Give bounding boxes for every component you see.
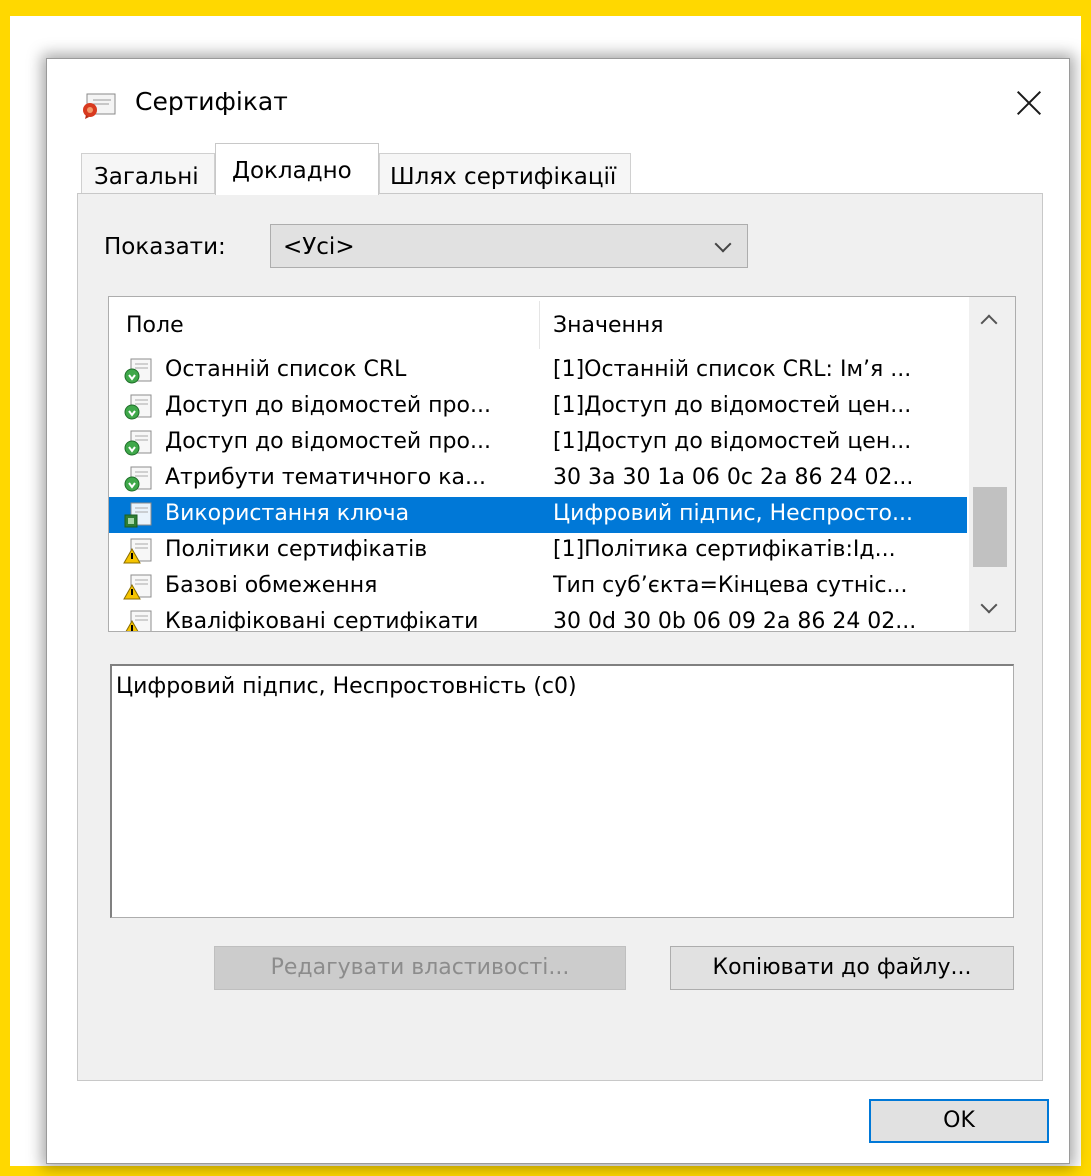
- extension-icon: [123, 465, 153, 493]
- row-value: 30 3a 30 1a 06 0c 2a 86 24 02...: [553, 465, 914, 490]
- copy-to-file-button[interactable]: Копіювати до файлу...: [670, 946, 1014, 990]
- list-row[interactable]: Політики сертифікатів [1]Політика сертиф…: [109, 533, 967, 569]
- row-field: Доступ до відомостей про...: [165, 393, 491, 418]
- warning-extension-icon: [123, 609, 153, 631]
- warning-extension-icon: [123, 573, 153, 601]
- chevron-down-icon: [714, 235, 732, 253]
- list-row[interactable]: Останній список CRL [1]Останній список C…: [109, 353, 967, 389]
- row-value: [1]Доступ до відомостей цен...: [553, 393, 912, 418]
- scroll-thumb[interactable]: [973, 487, 1007, 567]
- row-value: [1]Політика сертифікатів:Ід...: [553, 537, 896, 562]
- details-panel: Показати: <Усі> Поле Значення Останній с…: [77, 193, 1043, 1081]
- column-header-value[interactable]: Значення: [553, 313, 664, 338]
- warning-extension-icon: [123, 537, 153, 565]
- list-row[interactable]: Кваліфіковані сертифікати 30 0d 30 0b 06…: [109, 605, 967, 632]
- extension-icon: [123, 429, 153, 457]
- extension-icon: [123, 357, 153, 385]
- critical-extension-icon: [123, 501, 153, 529]
- list-row[interactable]: Доступ до відомостей про... [1]Доступ до…: [109, 425, 967, 461]
- certificate-icon: [81, 91, 117, 119]
- row-value: 30 0d 30 0b 06 09 2a 86 24 02...: [553, 609, 917, 632]
- screenshot-frame: Сертифікат Загальні Докладно Шлях сертиф…: [10, 16, 1081, 1166]
- row-value: [1]Доступ до відомостей цен...: [553, 429, 912, 454]
- list-rows: Останній список CRL [1]Останній список C…: [109, 353, 967, 632]
- show-label: Показати:: [104, 234, 226, 260]
- row-field: Доступ до відомостей про...: [165, 429, 491, 454]
- field-detail-text: Цифровий підпис, Неспростовність (c0): [116, 674, 577, 699]
- show-selected-value: <Усі>: [283, 234, 355, 260]
- tab-details[interactable]: Докладно: [215, 143, 379, 195]
- row-field: Атрибути тематичного ка...: [165, 465, 486, 490]
- row-value: Цифровий підпис, Неспросто...: [553, 501, 913, 526]
- column-header-field[interactable]: Поле: [126, 313, 184, 338]
- list-row[interactable]: Базові обмеження Тип суб’єкта=Кінцева су…: [109, 569, 967, 605]
- tab-general[interactable]: Загальні: [81, 153, 215, 193]
- edit-properties-button[interactable]: Редагувати властивості...: [214, 946, 626, 990]
- ok-button[interactable]: OK: [869, 1099, 1049, 1143]
- certificate-dialog: Сертифікат Загальні Докладно Шлях сертиф…: [46, 58, 1070, 1164]
- list-header: Поле Значення: [109, 297, 967, 351]
- scroll-down-icon[interactable]: [980, 596, 998, 614]
- row-field: Базові обмеження: [165, 573, 378, 598]
- field-detail-textarea[interactable]: Цифровий підпис, Неспростовність (c0): [110, 664, 1014, 918]
- row-value: [1]Останній список CRL: Ім’я ...: [553, 357, 912, 382]
- row-field: Останній список CRL: [165, 357, 407, 382]
- vertical-scrollbar[interactable]: [969, 297, 1015, 631]
- list-row[interactable]: Доступ до відомостей про... [1]Доступ до…: [109, 389, 967, 425]
- title-bar: Сертифікат: [47, 59, 1069, 137]
- show-dropdown[interactable]: <Усі>: [270, 224, 748, 268]
- row-field: Використання ключа: [165, 501, 410, 526]
- list-row-selected[interactable]: Використання ключа Цифровий підпис, Несп…: [109, 497, 967, 533]
- row-field: Політики сертифікатів: [165, 537, 428, 562]
- field-list[interactable]: Поле Значення Останній список CRL [1]Ост…: [108, 296, 1016, 632]
- row-field: Кваліфіковані сертифікати: [165, 609, 479, 632]
- window-title: Сертифікат: [135, 87, 288, 116]
- row-value: Тип суб’єкта=Кінцева сутніс...: [553, 573, 908, 598]
- list-row[interactable]: Атрибути тематичного ка... 30 3a 30 1a 0…: [109, 461, 967, 497]
- column-divider[interactable]: [539, 301, 540, 349]
- tab-certification-path[interactable]: Шлях сертифікації: [379, 153, 631, 193]
- scroll-up-icon[interactable]: [980, 314, 998, 332]
- extension-icon: [123, 393, 153, 421]
- close-button[interactable]: [1007, 81, 1051, 125]
